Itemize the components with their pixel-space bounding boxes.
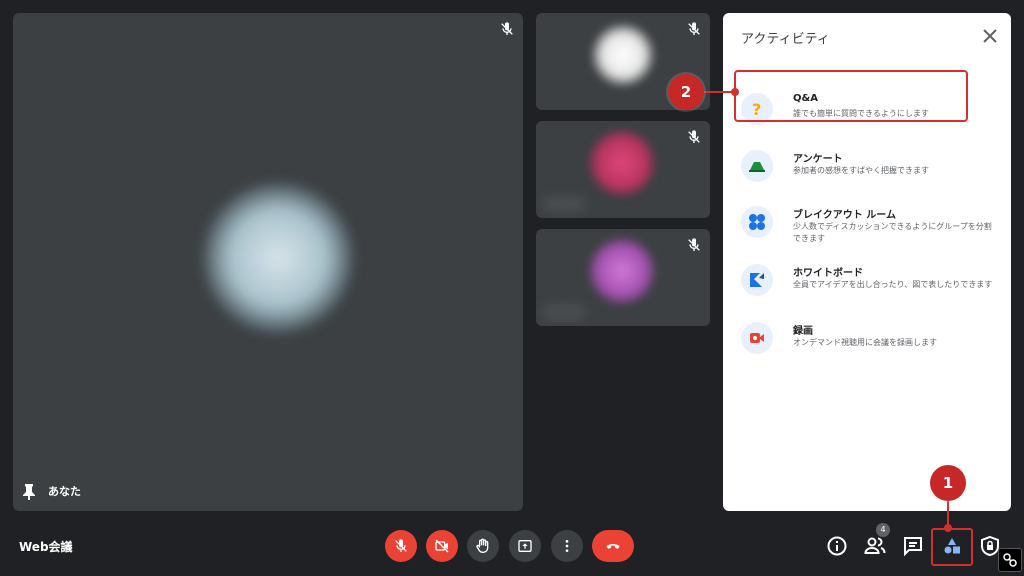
participant-video <box>588 129 656 197</box>
activity-title: ホワイトボード <box>793 268 863 279</box>
activity-title: 録画 <box>793 326 813 337</box>
mic-off-icon <box>688 130 700 143</box>
panel-title: アクティビティ <box>741 32 830 47</box>
participant-video <box>588 237 656 305</box>
leave-call-button[interactable] <box>592 530 634 562</box>
more-vert-icon <box>565 540 569 552</box>
hand-icon <box>476 538 489 553</box>
meeting-title: Web会議 <box>19 540 73 554</box>
whiteboard-icon <box>741 264 773 296</box>
participant-tile[interactable] <box>536 229 710 326</box>
breakout-rooms-icon <box>741 206 773 238</box>
activity-description: 全員でアイデアを出し合ったり、図で表したりできます <box>793 280 993 289</box>
step-1-badge: 1 <box>930 465 966 501</box>
camera-off-icon <box>435 539 449 553</box>
present-screen-button[interactable] <box>509 530 541 562</box>
blurred-name <box>544 196 584 212</box>
mic-off-icon <box>688 238 700 251</box>
callout-1-dot <box>944 524 952 532</box>
present-icon <box>518 540 532 552</box>
raise-hand-button[interactable] <box>467 530 499 562</box>
callout-2-dot <box>731 88 739 96</box>
activity-description: オンデマンド視聴用に会議を録画します <box>793 338 937 347</box>
activities-highlight-box <box>931 528 973 566</box>
participant-count-badge: 4 <box>876 523 890 537</box>
activity-description: 少人数でディスカッションできるようにグループを分割できます <box>793 222 992 243</box>
mic-toggle-button[interactable] <box>385 530 417 562</box>
activity-title: ブレイクアウト ルーム <box>793 210 896 221</box>
main-participant-video <box>203 183 353 333</box>
mic-off-icon <box>501 22 513 35</box>
close-icon[interactable] <box>981 27 999 45</box>
activity-title: アンケート <box>793 154 843 165</box>
qa-highlight-box <box>734 70 968 122</box>
link-icon[interactable] <box>998 548 1022 572</box>
main-video-tile[interactable]: あなた <box>13 13 523 511</box>
mic-off-icon <box>395 539 407 552</box>
poll-icon <box>741 150 773 182</box>
people-icon[interactable] <box>863 534 887 558</box>
activity-description: 参加者の感想をすばやく把握できます <box>793 166 929 175</box>
pin-icon[interactable] <box>22 484 36 500</box>
step-2-badge: 2 <box>668 74 704 110</box>
recording-icon <box>741 322 773 354</box>
participant-name-label: あなた <box>48 485 81 498</box>
hang-up-icon <box>606 544 620 549</box>
info-icon[interactable] <box>825 534 849 558</box>
blurred-name <box>544 304 584 320</box>
participant-tile[interactable] <box>536 121 710 218</box>
participant-video <box>591 23 655 87</box>
chat-icon[interactable] <box>901 534 925 558</box>
more-options-button[interactable] <box>551 530 583 562</box>
mic-off-icon <box>688 22 700 35</box>
camera-toggle-button[interactable] <box>426 530 458 562</box>
callout-1-leader <box>947 501 949 525</box>
